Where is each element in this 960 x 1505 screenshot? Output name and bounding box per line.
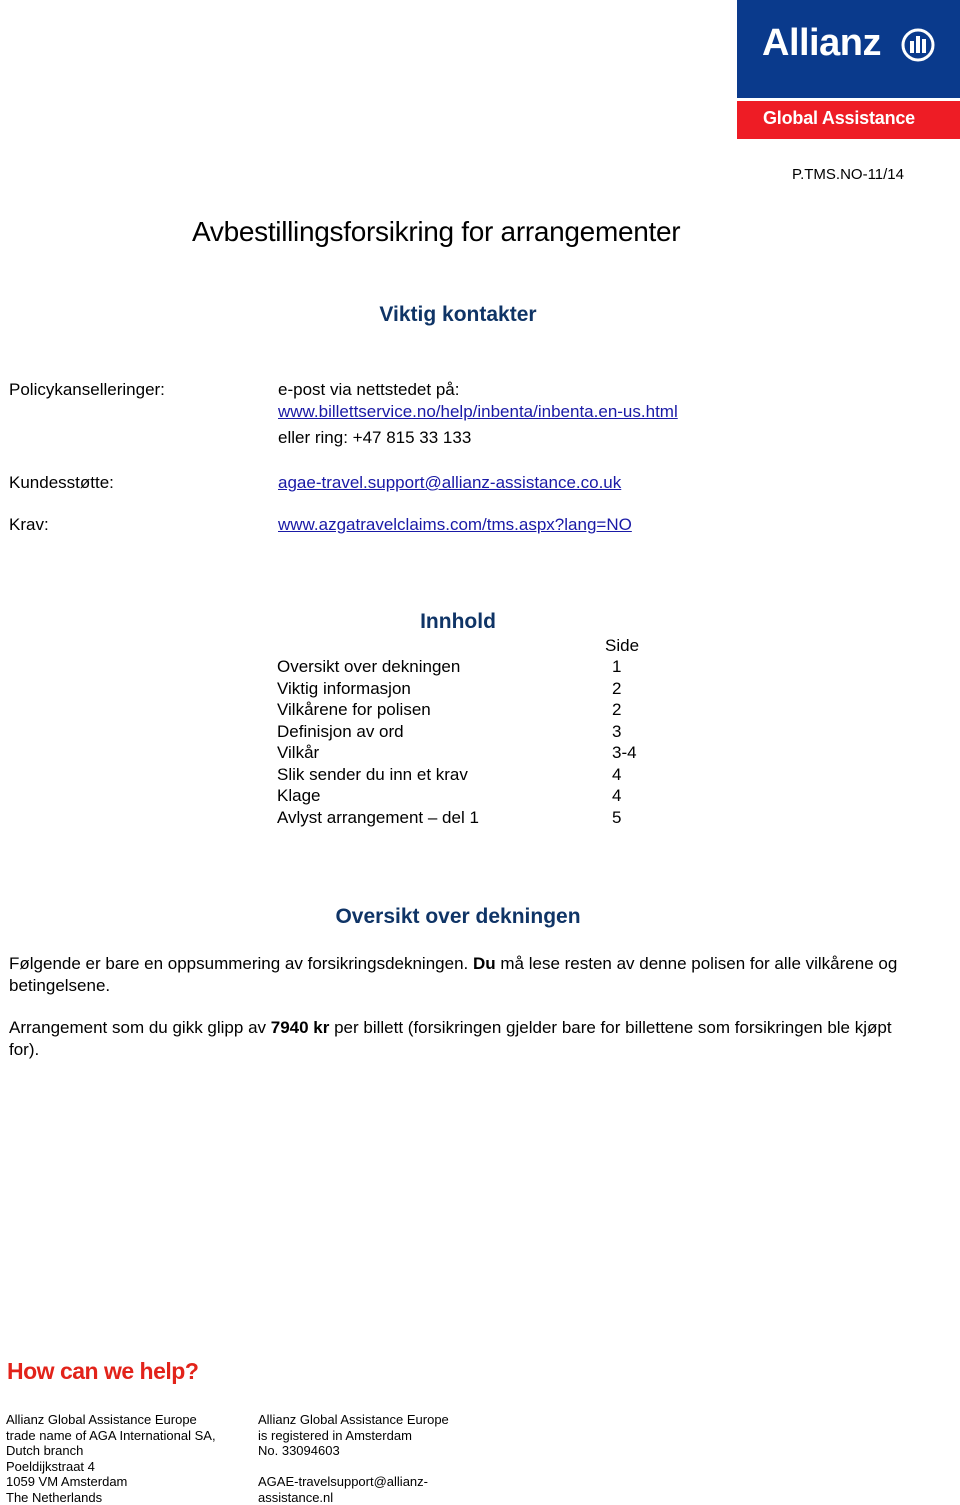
footer-line: trade name of AGA International SA, [6, 1428, 216, 1444]
toc-row[interactable]: Vilkårene for polisen 2 [277, 700, 677, 722]
footer-email-line2[interactable]: assistance.nl [258, 1490, 449, 1505]
footer-line: Allianz Global Assistance Europe [6, 1412, 216, 1428]
claims-website-link[interactable]: www.azgatravelclaims.com/tms.aspx?lang=N… [278, 515, 632, 535]
footer-line: Poeldijkstraat 4 [6, 1459, 216, 1475]
toc-heading: Innhold [0, 610, 916, 634]
toc-row[interactable]: Oversikt over dekningen 1 [277, 657, 677, 679]
toc-row-label: Viktig informasjon [277, 679, 411, 699]
toc-row-label: Slik sender du inn et krav [277, 765, 468, 785]
contact-label-policy-cancellations: Policykanselleringer: [9, 380, 165, 400]
logo-subtitle: Global Assistance [763, 108, 915, 129]
toc-row-page: 2 [612, 700, 621, 720]
contact-label-claims: Krav: [9, 515, 49, 535]
footer-spacer [258, 1459, 449, 1475]
allianz-eagle-emblem-icon [901, 28, 935, 62]
footer-line: Dutch branch [6, 1443, 216, 1459]
toc-row-label: Vilkår [277, 743, 319, 763]
customer-support-email-link[interactable]: agae-travel.support@allianz-assistance.c… [278, 473, 621, 493]
toc-row-page: 5 [612, 808, 621, 828]
toc-row-label: Klage [277, 786, 320, 806]
footer-email-line1[interactable]: AGAE-travelsupport@allianz- [258, 1474, 449, 1490]
coverage-amount-paragraph: Arrangement som du gikk glipp av 7940 kr… [9, 1017, 909, 1061]
toc-row-page: 2 [612, 679, 621, 699]
toc-row-page: 4 [612, 765, 621, 785]
emphasis-du: Du [473, 954, 496, 973]
footer-line: The Netherlands [6, 1490, 216, 1505]
billettservice-link[interactable]: www.billettservice.no/help/inbenta/inben… [278, 402, 678, 422]
toc-row[interactable]: Klage 4 [277, 786, 677, 808]
toc-row-page: 1 [612, 657, 621, 677]
footer-line: is registered in Amsterdam [258, 1428, 449, 1444]
how-can-we-help-heading: How can we help? [7, 1358, 198, 1385]
toc-row-label: Definisjon av ord [277, 722, 404, 742]
footer-line: 1059 VM Amsterdam [6, 1474, 216, 1490]
toc-row-label: Vilkårene for polisen [277, 700, 431, 720]
footer-registration-block: Allianz Global Assistance Europe is regi… [258, 1412, 449, 1505]
text-run: Arrangement som du gikk glipp av [9, 1018, 271, 1037]
contact-policy-phone: eller ring: +47 815 33 133 [278, 428, 471, 448]
overview-summary-paragraph: Følgende er bare en oppsummering av fors… [9, 953, 909, 997]
toc-row[interactable]: Slik sender du inn et krav 4 [277, 765, 677, 787]
toc-row-page: 4 [612, 786, 621, 806]
toc-row[interactable]: Definisjon av ord 3 [277, 722, 677, 744]
overview-heading: Oversikt over dekningen [0, 905, 916, 929]
logo-brand-text: Allianz [762, 22, 881, 65]
document-title: Avbestillingsforsikring for arrangemente… [192, 216, 680, 248]
allianz-global-assistance-logo: Allianz Global Assistance [737, 0, 960, 139]
document-reference: P.TMS.NO-11/14 [792, 166, 904, 183]
toc-row[interactable]: Vilkår 3-4 [277, 743, 677, 765]
toc-row-page: 3-4 [612, 743, 637, 763]
text-run: Følgende er bare en oppsummering av fors… [9, 954, 473, 973]
contact-label-customer-support: Kundesstøtte: [9, 473, 114, 493]
toc-row[interactable]: Avlyst arrangement – del 1 5 [277, 808, 677, 830]
toc-row-label: Avlyst arrangement – del 1 [277, 808, 479, 828]
contact-policy-email-info: e-post via nettstedet på: [278, 380, 459, 400]
contacts-heading: Viktig kontakter [0, 303, 916, 327]
footer-line: No. 33094603 [258, 1443, 449, 1459]
footer-address-block: Allianz Global Assistance Europe trade n… [6, 1412, 216, 1505]
toc-page-column-header: Side [605, 636, 639, 656]
footer-line: Allianz Global Assistance Europe [258, 1412, 449, 1428]
toc-row-label: Oversikt over dekningen [277, 657, 460, 677]
toc-row-page: 3 [612, 722, 621, 742]
toc-row[interactable]: Viktig informasjon 2 [277, 679, 677, 701]
coverage-amount: 7940 kr [271, 1018, 330, 1037]
